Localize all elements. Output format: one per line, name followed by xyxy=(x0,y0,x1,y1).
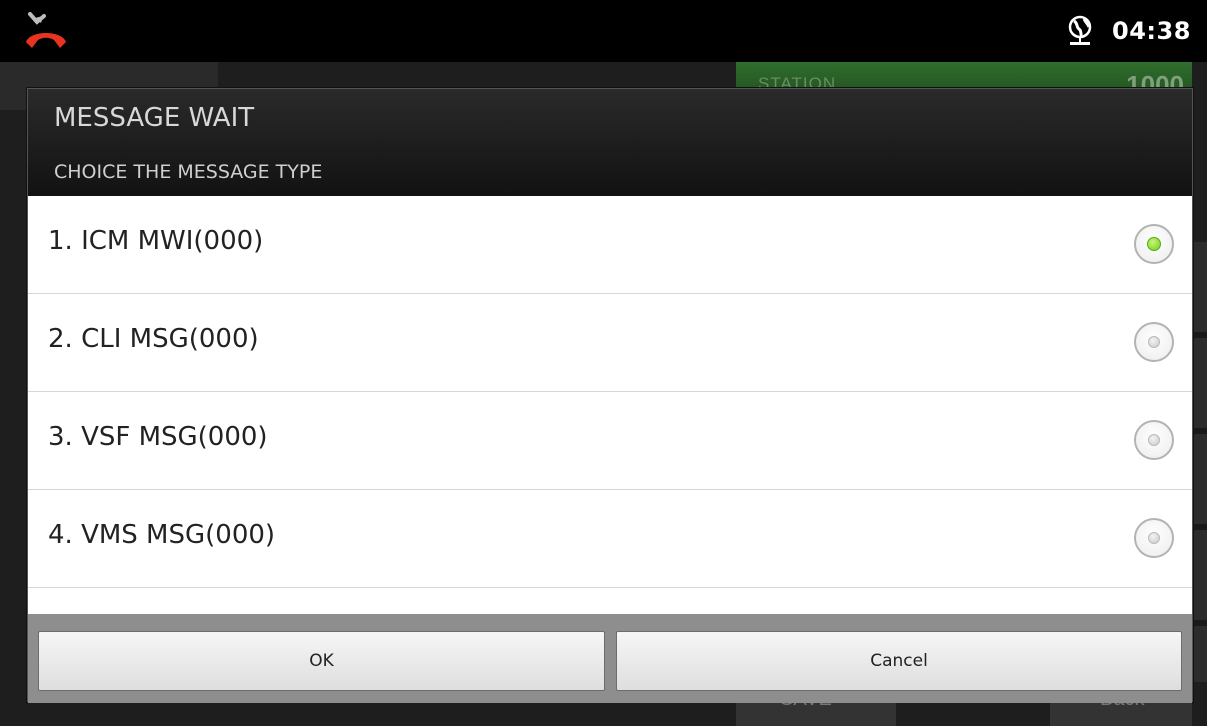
status-clock: 04:38 xyxy=(1112,17,1191,45)
radio-button[interactable] xyxy=(1134,322,1174,362)
dialog-button-bar: OK Cancel xyxy=(28,614,1192,703)
option-cli-msg[interactable]: 2. CLI MSG(000) xyxy=(28,294,1192,392)
status-bar: 04:38 xyxy=(0,0,1207,62)
message-wait-dialog: MESSAGE WAIT CHOICE THE MESSAGE TYPE 1. … xyxy=(27,88,1193,703)
cancel-button[interactable]: Cancel xyxy=(616,631,1182,691)
radio-dot xyxy=(1148,532,1160,544)
dialog-title: MESSAGE WAIT xyxy=(54,103,255,133)
radio-button[interactable] xyxy=(1134,420,1174,460)
dialog-header: MESSAGE WAIT CHOICE THE MESSAGE TYPE xyxy=(28,89,1192,196)
globe-icon xyxy=(1068,15,1092,45)
background-side-buttons xyxy=(1192,242,1207,682)
option-label: 2. CLI MSG(000) xyxy=(48,324,259,354)
radio-dot xyxy=(1147,237,1161,251)
dialog-subtitle: CHOICE THE MESSAGE TYPE xyxy=(54,161,323,183)
option-label: 3. VSF MSG(000) xyxy=(48,422,268,452)
radio-button[interactable] xyxy=(1134,518,1174,558)
radio-dot xyxy=(1148,336,1160,348)
option-label: 4. VMS MSG(000) xyxy=(48,520,276,550)
radio-button-selected[interactable] xyxy=(1134,224,1174,264)
option-vms-msg[interactable]: 4. VMS MSG(000) xyxy=(28,490,1192,588)
missed-call-icon xyxy=(26,12,66,48)
message-type-list: 1. ICM MWI(000) 2. CLI MSG(000) 3. VSF M… xyxy=(28,196,1192,614)
option-label: 1. ICM MWI(000) xyxy=(48,226,264,256)
option-vsf-msg[interactable]: 3. VSF MSG(000) xyxy=(28,392,1192,490)
radio-dot xyxy=(1148,434,1160,446)
option-icm-mwi[interactable]: 1. ICM MWI(000) xyxy=(28,196,1192,294)
ok-button[interactable]: OK xyxy=(38,631,605,691)
